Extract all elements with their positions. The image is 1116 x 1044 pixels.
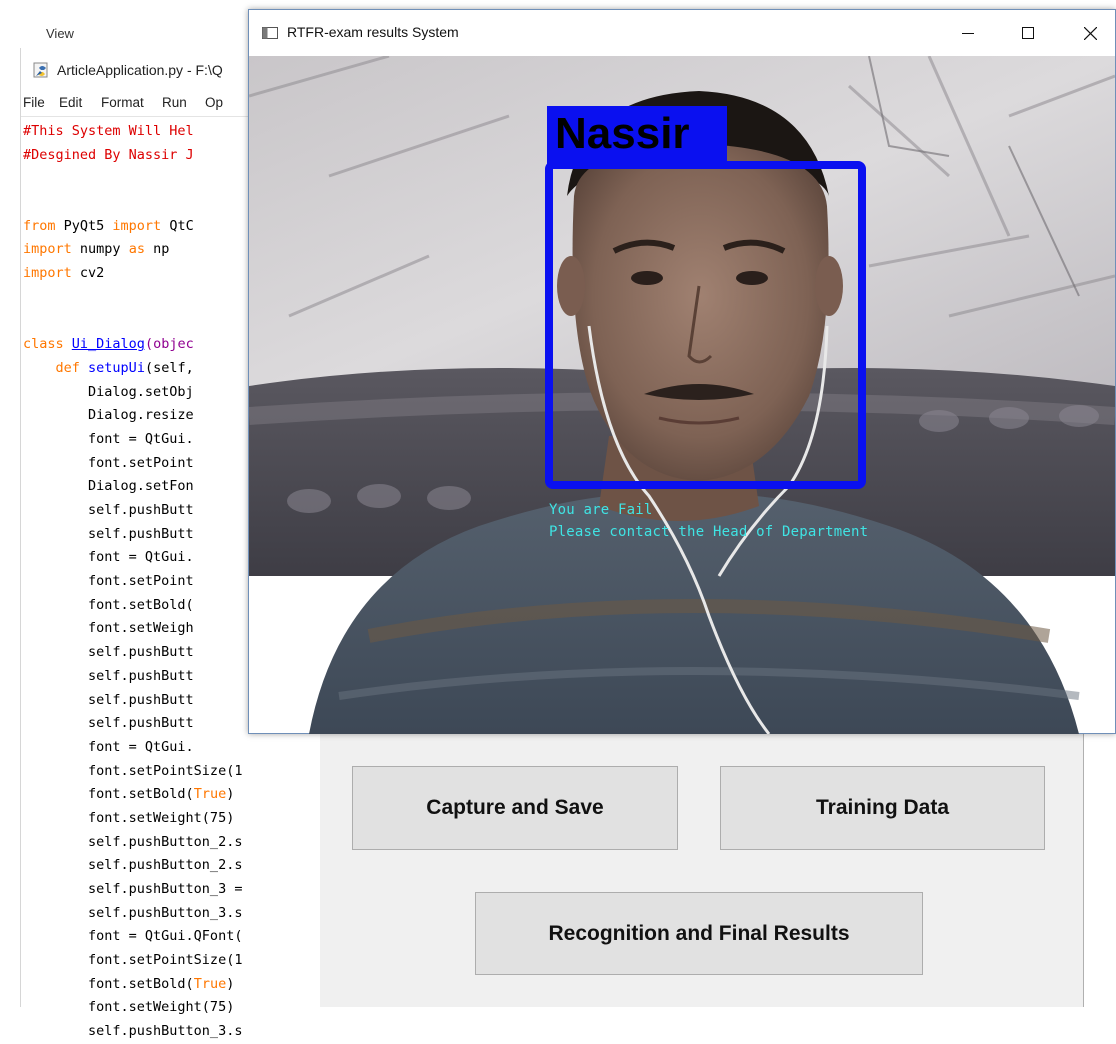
code-token: self.pushButt xyxy=(23,502,194,518)
close-button[interactable] xyxy=(1067,10,1113,56)
code-token: (self, xyxy=(144,359,194,376)
code-token: font.setBold( xyxy=(23,786,194,803)
code-token: font = QtGui. xyxy=(23,430,194,447)
code-token: self.pushButt xyxy=(23,644,194,661)
code-token: class xyxy=(23,336,64,353)
menu-file[interactable]: File xyxy=(23,95,45,110)
code-token: font.setWeight(75) xyxy=(23,999,235,1016)
code-token: font = QtGui.QFont( xyxy=(23,928,243,945)
code-token: font.setPointSize(1 xyxy=(23,952,243,969)
minimize-icon xyxy=(962,33,974,34)
code-line: font.setBold(True) xyxy=(23,783,321,807)
python-file-icon xyxy=(33,62,48,78)
code-token: font.setBold( xyxy=(23,975,194,992)
code-token: self.pushButt xyxy=(23,667,194,684)
code-token: self.pushButton_2.s xyxy=(23,833,243,850)
code-token: #Desgined By Nassir J xyxy=(23,146,194,163)
code-line: font.setBold(True) xyxy=(23,973,321,997)
code-token: setupUi xyxy=(88,359,145,376)
code-token: True xyxy=(193,975,227,992)
code-token: Ui_Dialog xyxy=(71,336,145,353)
camera-feed: Nassir You are Fail Please contact the H… xyxy=(249,56,1115,734)
code-token: True xyxy=(193,786,227,803)
code-token: font.setWeigh xyxy=(23,620,194,637)
app-window-icon xyxy=(262,27,278,39)
menu-format[interactable]: Format xyxy=(101,95,144,110)
code-line: font = QtGui.QFont( xyxy=(23,925,321,949)
code-token: Dialog.resize xyxy=(23,407,194,424)
code-token: Dialog.setFon xyxy=(23,478,194,495)
code-token: self.pushButt xyxy=(23,525,194,542)
code-token: np xyxy=(144,241,170,258)
menu-options[interactable]: Op xyxy=(205,95,223,110)
code-token: font = QtGui. xyxy=(23,738,194,755)
code-line: self.pushButton_3 = xyxy=(23,878,321,902)
code-token: (objec xyxy=(144,336,194,353)
code-token: font.setPoint xyxy=(23,573,194,590)
code-token: self.pushButton_3 = xyxy=(23,881,243,897)
code-token: self.pushButt xyxy=(23,715,194,732)
maximize-button[interactable] xyxy=(1005,10,1051,56)
code-line: self.pushButton_2.s xyxy=(23,854,321,878)
code-token: font.setWeight(75) xyxy=(23,809,235,826)
recognition-and-final-results-button[interactable]: Recognition and Final Results xyxy=(475,892,923,975)
code-token: import xyxy=(23,265,72,282)
code-line: font = QtGui. xyxy=(23,736,321,760)
code-line: self.pushButton_3.s xyxy=(23,1020,321,1044)
code-token: ) xyxy=(226,786,235,803)
camera-window: RTFR-exam results System Nassir You are … xyxy=(248,9,1116,734)
code-token: ) xyxy=(226,975,235,992)
code-token: as xyxy=(128,241,145,258)
code-line: font.setPointSize(1 xyxy=(23,949,321,973)
close-icon xyxy=(1083,26,1097,40)
status-result-text: You are Fail xyxy=(549,502,653,518)
code-token: def xyxy=(55,359,80,376)
code-token: #This System Will Hel xyxy=(23,123,194,139)
camera-titlebar[interactable]: RTFR-exam results System xyxy=(249,10,1115,56)
training-data-button[interactable]: Training Data xyxy=(720,766,1045,850)
code-token: Dialog.setObj xyxy=(23,383,194,400)
code-token: font.setPoint xyxy=(23,454,194,471)
code-token: self.pushButt xyxy=(23,691,194,708)
minimize-button[interactable] xyxy=(945,10,991,56)
detected-name-label: Nassir xyxy=(555,109,690,158)
code-token: from xyxy=(23,217,56,234)
maximize-icon xyxy=(1022,27,1034,39)
code-token: font.setBold( xyxy=(23,596,194,613)
code-token: font.setPointSize(1 xyxy=(23,762,243,779)
code-line: self.pushButton_3.s xyxy=(23,902,321,926)
code-token: numpy xyxy=(71,241,129,258)
menu-view[interactable]: View xyxy=(46,26,74,41)
camera-window-title: RTFR-exam results System xyxy=(287,24,459,40)
status-instruction-text: Please contact the Head of Department xyxy=(549,524,869,540)
editor-title: ArticleApplication.py - F:\Q xyxy=(57,62,223,78)
menu-run[interactable]: Run xyxy=(162,95,187,110)
code-line: self.pushButton_2.s xyxy=(23,831,321,855)
code-token: font = QtGui. xyxy=(23,549,194,566)
code-line: font.setWeight(75) xyxy=(23,807,321,831)
capture-and-save-button[interactable]: Capture and Save xyxy=(352,766,678,850)
background-app-strip: View xyxy=(0,0,260,46)
qt-dialog: Capture and Save Training Data Recogniti… xyxy=(320,730,1084,1007)
code-line: font.setPointSize(1 xyxy=(23,760,321,784)
code-token: import xyxy=(23,241,72,258)
code-token: cv2 xyxy=(71,265,105,282)
code-token: import xyxy=(112,217,162,234)
code-token: PyQt5 xyxy=(55,217,113,234)
code-line: font.setWeight(75) xyxy=(23,996,321,1020)
code-token: QtC xyxy=(161,217,194,234)
menu-edit[interactable]: Edit xyxy=(59,95,82,110)
code-token: self.pushButton_3.s xyxy=(23,1023,243,1040)
code-token: self.pushButton_3.s xyxy=(23,904,243,921)
code-token: self.pushButton_2.s xyxy=(23,857,243,874)
